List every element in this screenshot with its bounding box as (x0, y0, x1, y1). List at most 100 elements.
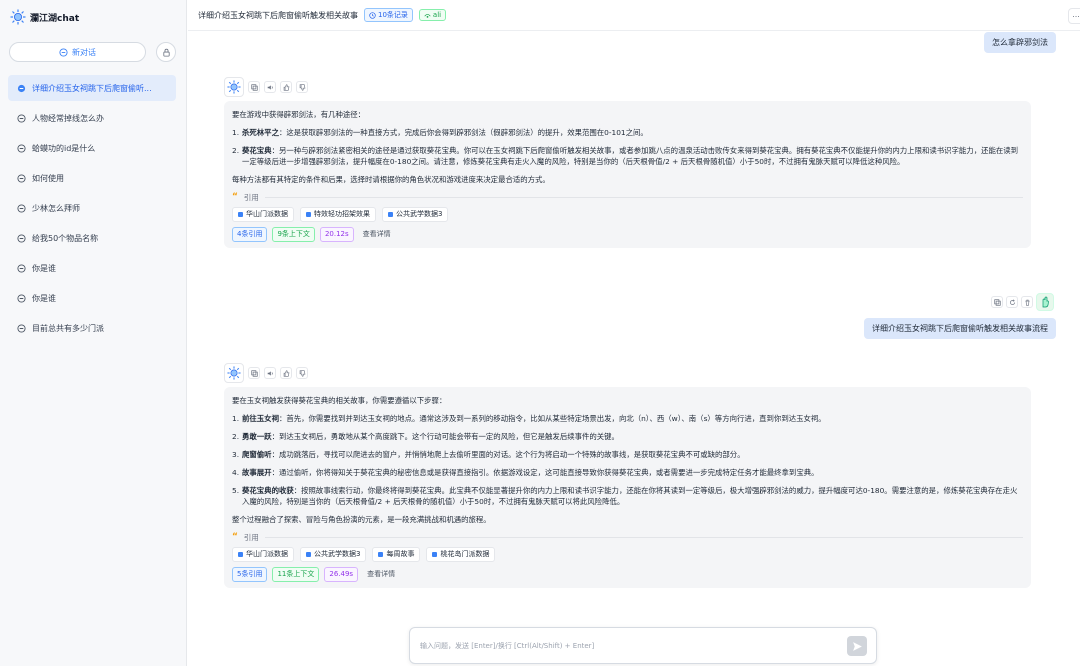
sidebar-item-label: 详细介绍玉女祠跳下后爬窗偷听... (32, 83, 152, 93)
ai-message: 要在游戏中获得辟邪剑法，有几种途径： 1. 杀死林平之：这是获取辟邪剑法的一种直… (224, 101, 1031, 248)
list-item: 2. 葵花宝典：另一种与辟邪剑法紧密相关的途径是通过获取葵花宝典。你可以在玉女祠… (232, 145, 1023, 167)
document-icon (306, 552, 311, 557)
context-count-badge[interactable]: 9条上下文 (272, 227, 315, 242)
context-count-badge[interactable]: 11条上下文 (272, 567, 320, 582)
quote-icon: “ (232, 192, 238, 202)
quote-header: “ 引用 (232, 532, 1023, 543)
more-button[interactable]: ... (1068, 8, 1080, 24)
new-chat-button[interactable]: 新对话 (9, 42, 146, 62)
chat-bubble-icon (17, 323, 26, 333)
speaker-icon (267, 370, 273, 376)
message-composer (409, 627, 877, 664)
list-item: 4. 故事展开：通过偷听，你将得知关于葵花宝典的秘密信息或是获得直接指引。依据游… (232, 467, 1023, 478)
chat-header: 详细介绍玉女祠跳下后爬窗偷听触发相关故事 10条记录 ali ... (188, 0, 1080, 31)
dislike-button[interactable] (296, 367, 308, 379)
view-details-link[interactable]: 查看详情 (363, 568, 399, 581)
ai-avatar (224, 363, 244, 383)
chat-bubble-icon (59, 47, 68, 57)
list-item-number: 4. (232, 468, 240, 477)
list-item-title: 勇敢一跃 (242, 432, 272, 441)
reference-count-badge[interactable]: 4条引用 (232, 227, 268, 242)
copy-button[interactable] (248, 81, 260, 93)
trash-icon (1024, 299, 1030, 306)
delete-button[interactable] (1021, 296, 1033, 308)
list-item-text: ：到达玉女祠后，勇敢地从某个高度跳下。这个行动可能会带有一定的风险，但它是触发后… (271, 432, 619, 441)
citation-chip[interactable]: 桃花岛门派数据 (426, 547, 496, 562)
view-details-link[interactable]: 查看详情 (359, 228, 395, 241)
reference-count-badge[interactable]: 5条引用 (232, 567, 268, 582)
citation-list: 华山门派数据 公共武学数据3 每周故事 桃花岛门派数据 (232, 547, 1023, 562)
citation-chip[interactable]: 华山门派数据 (232, 207, 294, 222)
list-item-number: 1. (232, 128, 240, 137)
sun-logo-icon (227, 366, 241, 380)
ai-message: 要在玉女祠触发获得葵花宝典的相关故事，你需要遵循以下步骤： 1. 前往玉女祠：首… (224, 387, 1031, 588)
citation-chip[interactable]: 公共武学数据3 (300, 547, 367, 562)
sidebar-item-conversation[interactable]: 你是谁 (8, 285, 176, 311)
sun-logo-icon (227, 80, 241, 94)
records-badge[interactable]: 10条记录 (364, 8, 413, 22)
read-aloud-button[interactable] (264, 81, 276, 93)
sidebar-item-conversation[interactable]: 蛤蟆功的id是什么 (8, 135, 176, 161)
sidebar-item-conversation[interactable]: 详细介绍玉女祠跳下后爬窗偷听... (8, 75, 176, 101)
ai-text-outro: 整个过程融合了探索、冒险与角色扮演的元素，是一段充满挑战和机遇的旅程。 (232, 515, 491, 524)
quote-label: 引用 (243, 533, 259, 542)
like-button[interactable] (280, 367, 292, 379)
list-item: 3. 爬窗偷听：成功跳落后，寻找可以爬进去的窗户，并悄悄地爬上去偷听里面的对话。… (232, 449, 1023, 460)
sidebar-item-label: 你是谁 (32, 263, 56, 273)
citation-label: 桃花岛门派数据 (440, 550, 490, 558)
sidebar-item-label: 你是谁 (32, 293, 56, 303)
send-icon (852, 641, 862, 651)
sidebar-item-conversation[interactable]: 如何使用 (8, 165, 176, 191)
sidebar-item-conversation[interactable]: 少林怎么拜师 (8, 195, 176, 221)
list-item-text: ：成功跳落后，寻找可以爬进去的窗户，并悄悄地爬上去偷听里面的对话。这个行为将启动… (271, 450, 745, 459)
list-item-title: 爬窗偷听 (242, 450, 272, 459)
list-item-number: 2. (232, 432, 240, 441)
list-item-text: ：按照故事线索行动，你最终将得到葵花宝典。此宝典不仅能显著提升你的内力上限和读书… (242, 486, 1018, 506)
list-item-number: 2. (232, 146, 240, 155)
thumbs-up-icon (283, 83, 289, 91)
message-input[interactable] (420, 638, 840, 654)
sidebar-item-conversation[interactable]: 你是谁 (8, 255, 176, 281)
chat-bubble-icon (17, 173, 26, 183)
thumbs-down-icon (299, 83, 305, 91)
lock-icon (162, 48, 170, 57)
quote-label: 引用 (243, 193, 259, 202)
response-time-badge: 26.49s (324, 567, 359, 582)
list-item-text: ：另一种与辟邪剑法紧密相关的途径是通过获取葵花宝典。你可以在玉女祠跳下后爬窗偷听… (242, 146, 1019, 166)
chat-bubble-icon (17, 203, 26, 213)
dislike-button[interactable] (296, 81, 308, 93)
citation-chip[interactable]: 华山门派数据 (232, 547, 294, 562)
records-badge-label: 10条记录 (378, 11, 408, 19)
citation-chip[interactable]: 每周故事 (372, 547, 421, 562)
citation-chip[interactable]: 特效轻功招架效果 (300, 207, 376, 222)
chat-bubble-icon (17, 143, 26, 153)
send-button[interactable] (847, 636, 867, 656)
document-icon (306, 212, 311, 217)
citation-label: 每周故事 (386, 550, 415, 558)
model-badge[interactable]: ali (418, 9, 447, 21)
citation-chip[interactable]: 公共武学数据3 (382, 207, 449, 222)
document-icon (388, 212, 393, 217)
read-aloud-button[interactable] (264, 367, 276, 379)
document-icon (378, 552, 384, 557)
sidebar-item-label: 少林怎么拜师 (32, 203, 80, 213)
thumbs-up-icon (283, 369, 289, 377)
like-button[interactable] (280, 81, 292, 93)
ai-message-header (224, 77, 308, 97)
sidebar-item-conversation[interactable]: 目前总共有多少门派 (8, 315, 176, 341)
copy-button[interactable] (991, 296, 1003, 308)
ai-text-intro: 要在游戏中获得辟邪剑法，有几种途径： (232, 110, 366, 119)
sidebar-item-conversation[interactable]: 人物经常掉线怎么办 (8, 105, 176, 131)
model-badge-label: ali (432, 11, 442, 19)
list-item: 5. 葵花宝典的收获：按照故事线索行动，你最终将得到葵花宝典。此宝典不仅能显著提… (232, 485, 1023, 507)
chat-bubble-icon (17, 113, 26, 123)
thumbs-down-icon (299, 369, 305, 377)
copy-button[interactable] (248, 367, 260, 379)
chat-area: 怎么拿辟邪剑法 要在游戏中获得辟邪剑法，有几种途径： 1. 杀死林平之：这是获取… (188, 31, 1080, 666)
lock-button[interactable] (156, 42, 176, 62)
list-item-title: 前往玉女祠 (242, 414, 279, 423)
regenerate-button[interactable] (1006, 296, 1018, 308)
list-item-text: ：通过偷听，你将得知关于葵花宝典的秘密信息或是获得直接指引。依据游戏设定，这可能… (271, 468, 819, 477)
response-time-badge: 20.12s (319, 227, 354, 242)
sidebar-item-conversation[interactable]: 给我50个物品名称 (8, 225, 176, 251)
